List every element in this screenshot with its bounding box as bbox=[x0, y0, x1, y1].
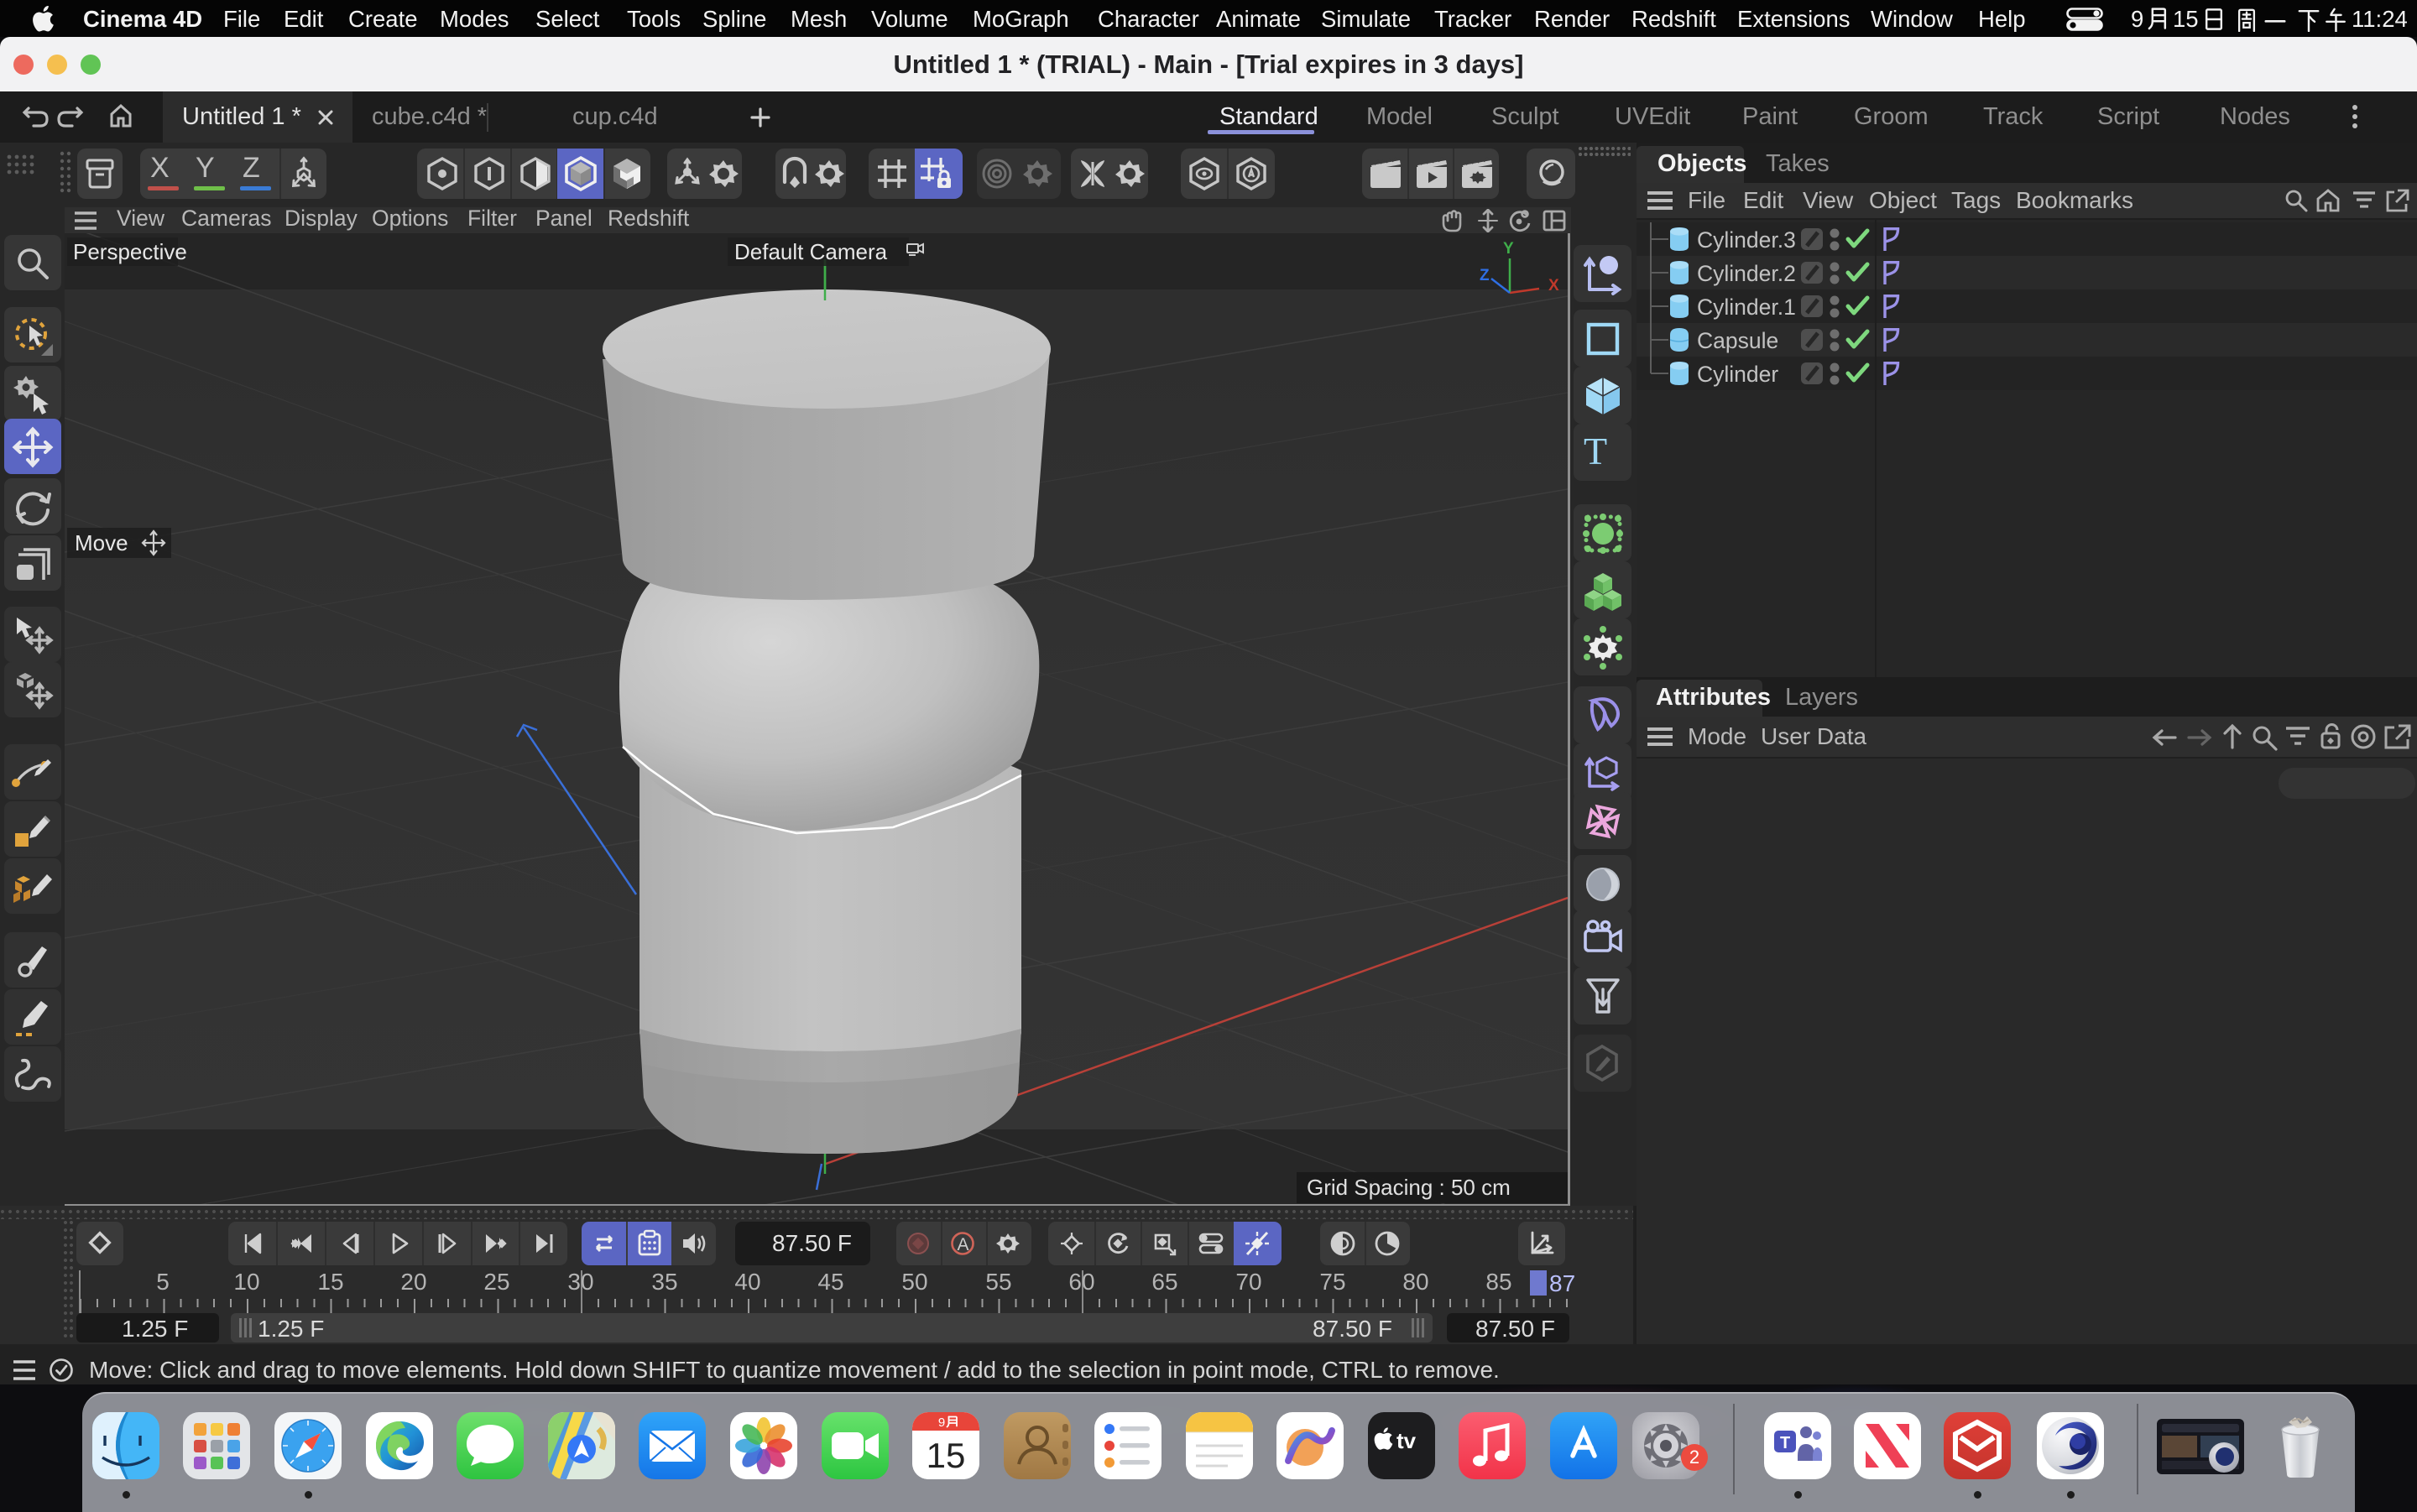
svg-text:Default Camera: Default Camera bbox=[734, 239, 888, 264]
svg-text:Cylinder.1: Cylinder.1 bbox=[1697, 295, 1796, 320]
svg-text:A: A bbox=[958, 1235, 969, 1254]
svg-text:Move: Move bbox=[75, 530, 128, 555]
svg-text:Grid Spacing : 50 cm: Grid Spacing : 50 cm bbox=[1307, 1175, 1511, 1200]
svg-text:Capsule: Capsule bbox=[1697, 328, 1778, 353]
svg-text:15: 15 bbox=[927, 1436, 966, 1475]
svg-text:Cylinder.2: Cylinder.2 bbox=[1697, 261, 1796, 286]
svg-text:T: T bbox=[1780, 1434, 1790, 1452]
svg-text:Cylinder.3: Cylinder.3 bbox=[1697, 227, 1796, 253]
svg-text:Cylinder: Cylinder bbox=[1697, 362, 1778, 387]
svg-text:Y: Y bbox=[1503, 240, 1514, 258]
svg-text:9: 9 bbox=[938, 1416, 945, 1430]
svg-text:tv: tv bbox=[1396, 1428, 1417, 1453]
svg-text:Perspective: Perspective bbox=[73, 239, 187, 264]
svg-text:Z: Z bbox=[1480, 267, 1490, 284]
